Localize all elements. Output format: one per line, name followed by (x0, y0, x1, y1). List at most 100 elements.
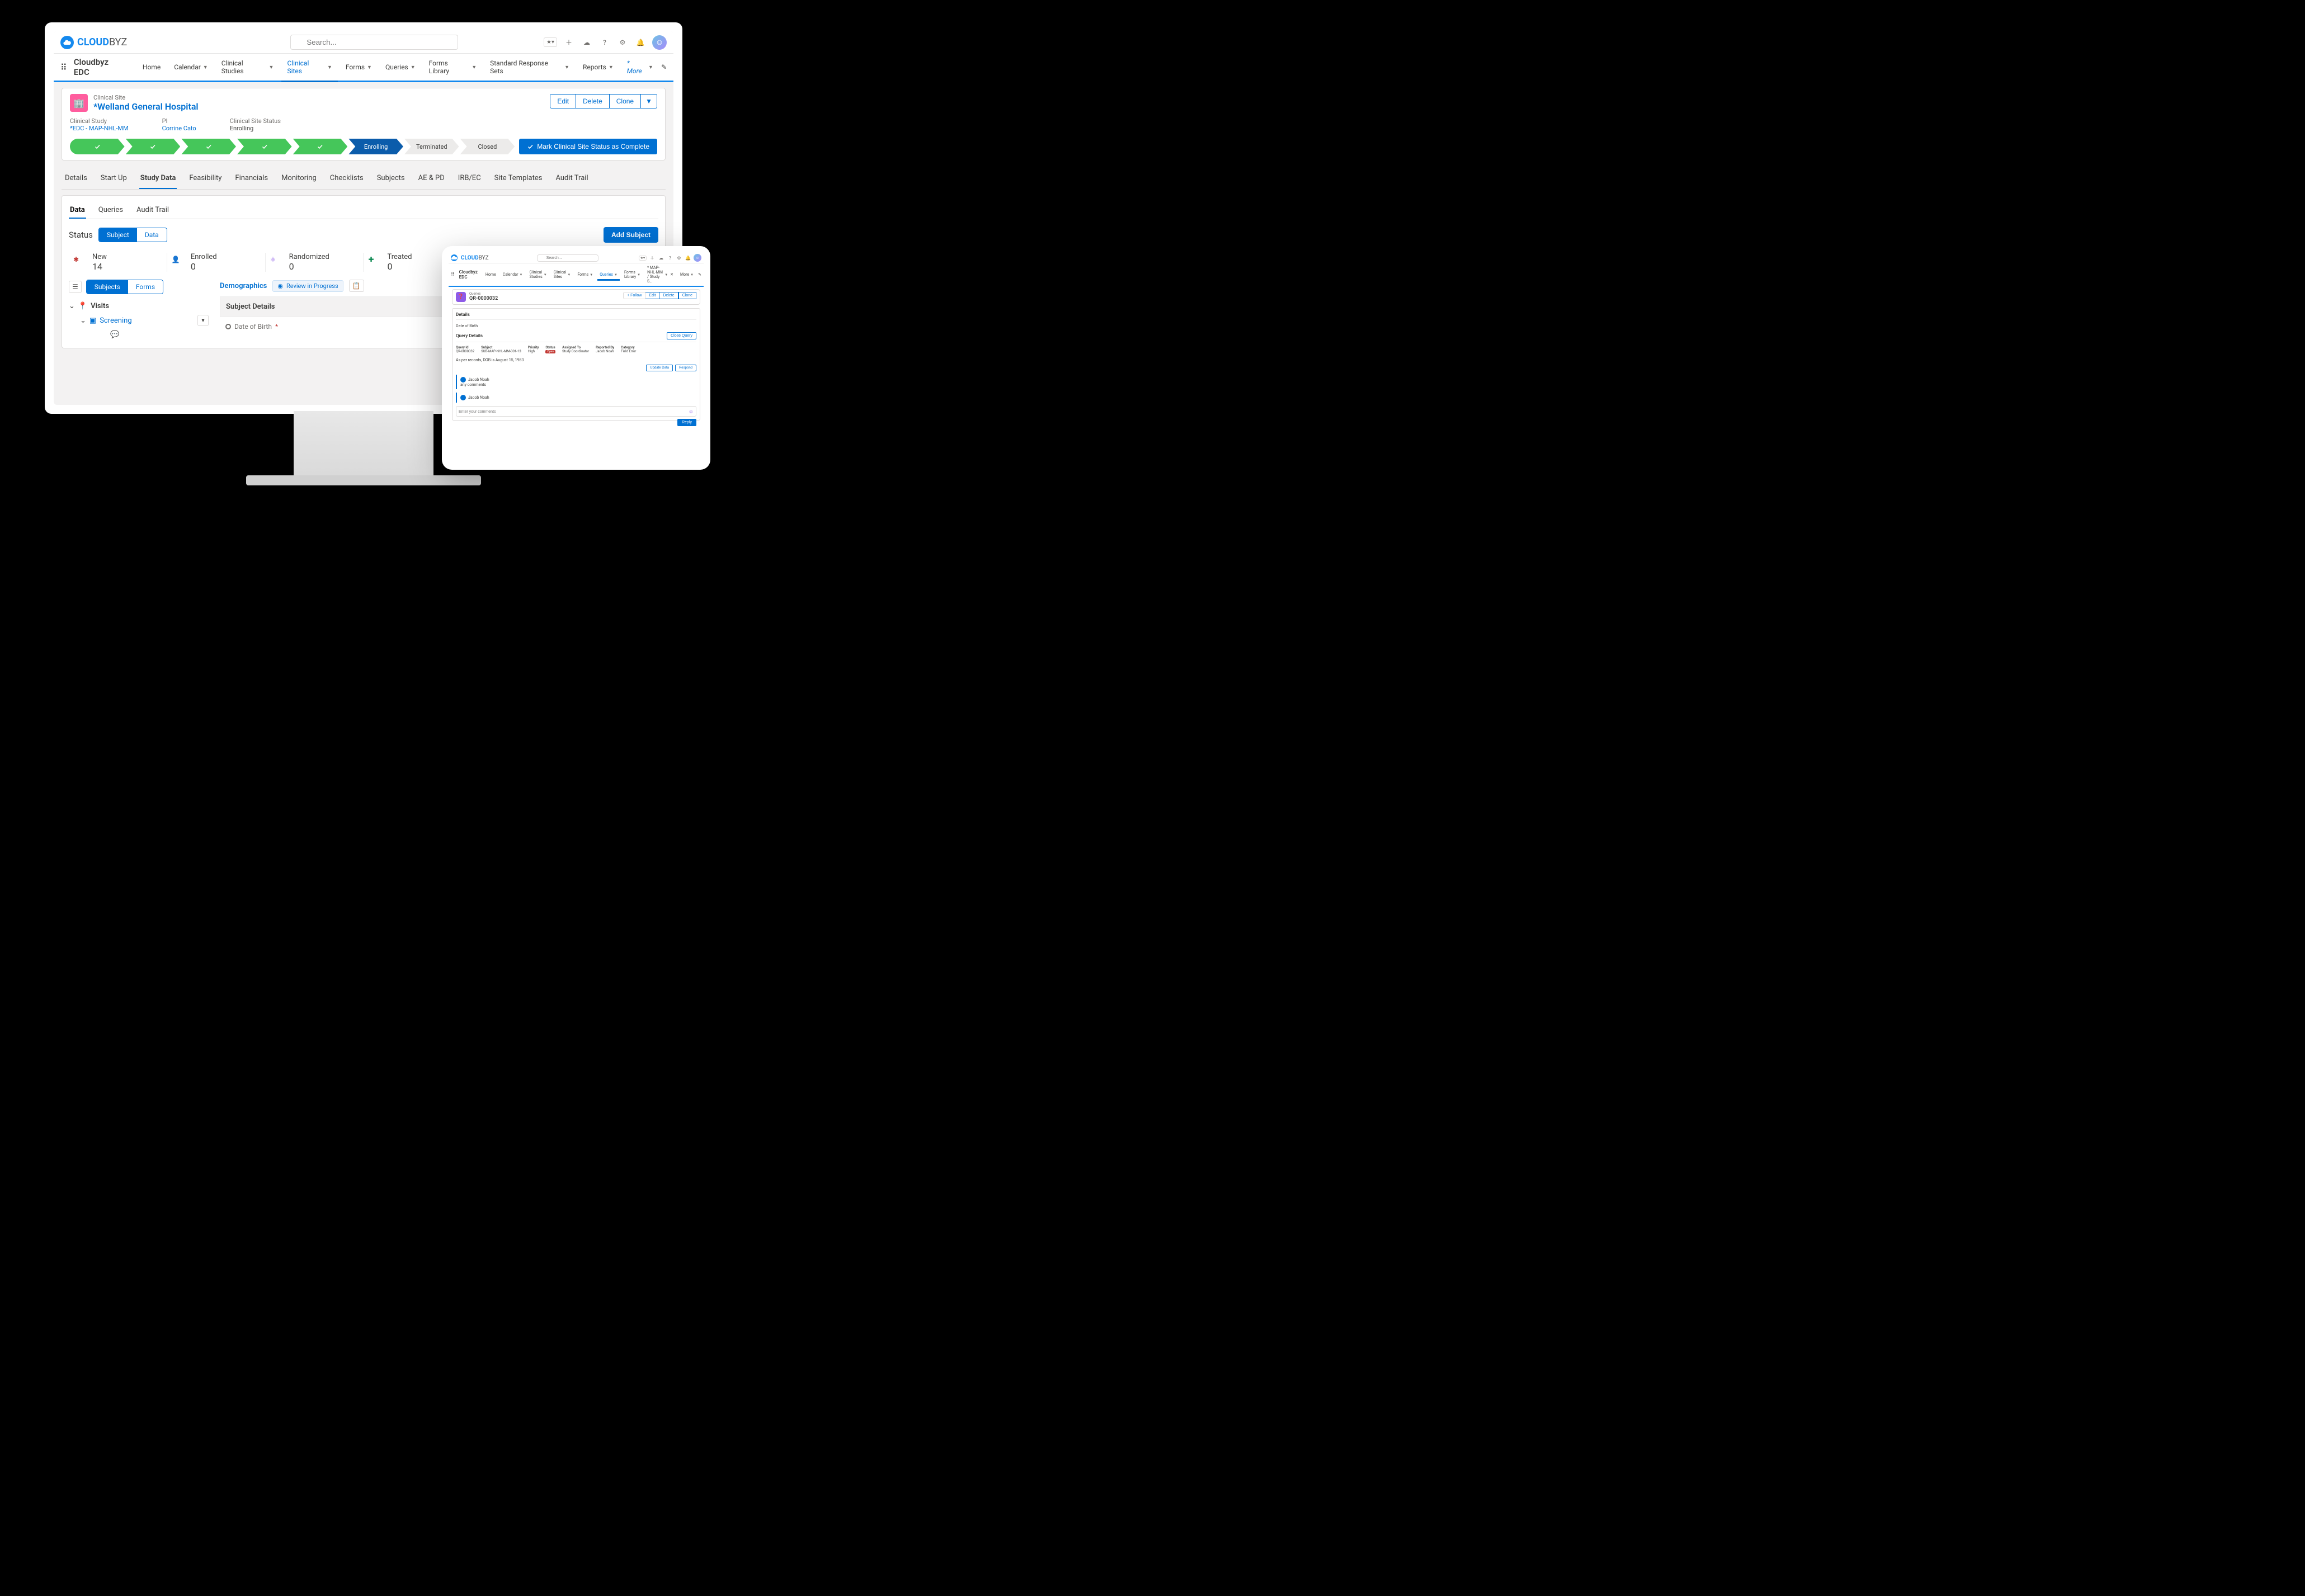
tab-feasibility[interactable]: Feasibility (188, 168, 223, 189)
tab-site-templates[interactable]: Site Templates (493, 168, 544, 189)
path-step-complete[interactable] (70, 139, 125, 154)
edit-button[interactable]: Edit (550, 94, 576, 108)
comment-icon[interactable]: 💬 (110, 330, 119, 339)
global-search[interactable] (537, 254, 598, 262)
nav-clinical-studies[interactable]: Clinical Studies▼ (527, 268, 549, 283)
edit-button[interactable]: Edit (645, 292, 659, 299)
global-search[interactable] (290, 35, 458, 50)
nav-forms[interactable]: Forms▼ (575, 270, 595, 281)
reply-button[interactable]: Reply (677, 419, 696, 426)
toggle-subjects[interactable]: Subjects (87, 280, 128, 294)
close-query-button[interactable]: Close Query (667, 332, 696, 339)
brand-logo: CLOUDBYZ (451, 254, 489, 261)
nav-queries[interactable]: Queries▼ (597, 270, 620, 281)
path-step-closed[interactable]: Closed (460, 139, 515, 154)
delete-button[interactable]: Delete (576, 94, 609, 108)
add-subject-button[interactable]: Add Subject (604, 227, 658, 243)
settings-icon[interactable]: ⚙ (676, 254, 682, 261)
edit-nav-icon[interactable]: ✎ (661, 63, 667, 71)
clinical-study-link[interactable]: *EDC - MAP-NHL-MM (70, 125, 129, 132)
tab-details[interactable]: Details (64, 168, 88, 189)
view-toggle[interactable]: Subjects Forms (86, 280, 163, 294)
update-data-button[interactable]: Update Data (646, 365, 673, 371)
nav-clinical-sites[interactable]: Clinical Sites▼ (281, 54, 337, 82)
edit-nav-icon[interactable]: ✎ (698, 272, 701, 277)
nav-clinical-studies[interactable]: Clinical Studies▼ (216, 54, 280, 82)
nav-forms-library[interactable]: Forms Library▼ (423, 54, 482, 82)
path-step-terminated[interactable]: Terminated (404, 139, 459, 154)
respond-button[interactable]: Respond (675, 365, 696, 371)
notifications-icon[interactable]: 🔔 (634, 36, 647, 49)
record-name[interactable]: *Welland General Hospital (93, 101, 199, 112)
app-launcher-icon[interactable]: ⠿ (451, 272, 455, 277)
expand-button[interactable]: ▾ (197, 315, 209, 326)
notifications-icon[interactable]: 🔔 (685, 254, 691, 261)
nav-reports[interactable]: Reports▼ (577, 58, 619, 78)
list-view-icon[interactable]: ☰ (69, 281, 82, 293)
chevron-down-icon[interactable]: ⌄ (80, 317, 86, 325)
tab-subjects[interactable]: Subjects (376, 168, 406, 189)
tab-irb-ec[interactable]: IRB/EC (457, 168, 482, 189)
subtab-audit[interactable]: Audit Trail (135, 202, 170, 219)
app-launcher-icon[interactable]: ⠿ (60, 62, 67, 73)
user-avatar[interactable]: ☺ (694, 254, 701, 262)
nav-more[interactable]: * More▼ (621, 54, 659, 82)
toggle-subject[interactable]: Subject (99, 228, 137, 242)
settings-icon[interactable]: ⚙ (616, 36, 629, 49)
follow-button[interactable]: + Follow (623, 292, 645, 299)
clone-button[interactable]: Clone (678, 292, 696, 299)
toggle-forms[interactable]: Forms (128, 280, 163, 294)
chevron-down-icon: ▼ (269, 64, 274, 70)
user-avatar[interactable]: ☺ (652, 35, 667, 50)
pi-link[interactable]: Corrine Cato (162, 125, 196, 132)
add-icon[interactable]: ＋ (649, 254, 656, 261)
help-icon[interactable]: ? (598, 36, 611, 49)
help-icon[interactable]: ? (667, 254, 673, 261)
emoji-icon[interactable]: ☺ (689, 409, 694, 415)
review-status[interactable]: ◉Review in Progress (272, 280, 343, 292)
tab-startup[interactable]: Start Up (100, 168, 128, 189)
more-actions-button[interactable]: ▼ (641, 94, 657, 108)
tab-audit-trail[interactable]: Audit Trail (554, 168, 589, 189)
path-step-complete[interactable] (126, 139, 181, 154)
form-title[interactable]: Demographics (220, 282, 267, 290)
status-label: Status (69, 230, 93, 240)
tab-monitoring[interactable]: Monitoring (280, 168, 318, 189)
status-toggle[interactable]: Subject Data (98, 228, 167, 242)
add-icon[interactable]: ＋ (563, 36, 575, 49)
tab-checklists[interactable]: Checklists (329, 168, 365, 189)
nav-srs[interactable]: Standard Response Sets▼ (484, 54, 575, 82)
nav-home[interactable]: Home (483, 270, 498, 281)
path-step-complete[interactable] (293, 139, 348, 154)
nav-more[interactable]: More▼ (678, 270, 696, 281)
path-step-complete[interactable] (181, 139, 236, 154)
nav-calendar[interactable]: Calendar▼ (168, 58, 214, 78)
nav-clinical-sites[interactable]: Clinical Sites▼ (551, 268, 573, 283)
tab-ae-pd[interactable]: AE & PD (417, 168, 446, 189)
nav-home[interactable]: Home (137, 58, 166, 78)
toggle-data[interactable]: Data (137, 228, 167, 242)
tab-financials[interactable]: Financials (234, 168, 269, 189)
subtab-data[interactable]: Data (69, 202, 86, 219)
nav-forms[interactable]: Forms▼ (340, 58, 378, 78)
chevron-down-icon[interactable]: ⌄ (69, 302, 75, 310)
visits-node[interactable]: Visits (91, 302, 109, 310)
comment-input[interactable] (459, 410, 694, 414)
nav-breadcrumb[interactable]: * MAP-NHL-MM / Study S…▼✕ (645, 263, 676, 287)
clipboard-icon[interactable]: 📋 (349, 280, 364, 292)
clone-button[interactable]: Clone (609, 94, 641, 108)
path-step-complete[interactable] (237, 139, 292, 154)
nav-calendar[interactable]: Calendar▼ (501, 270, 525, 281)
favorites-button[interactable]: ★▾ (544, 37, 557, 47)
path-step-enrolling[interactable]: Enrolling (348, 139, 403, 154)
delete-button[interactable]: Delete (659, 292, 678, 299)
salesforce-icon[interactable]: ☁ (581, 36, 593, 49)
subtab-queries[interactable]: Queries (97, 202, 124, 219)
favorites-button[interactable]: ★▾ (639, 256, 647, 261)
screening-node[interactable]: Screening (100, 317, 131, 325)
tab-study-data[interactable]: Study Data (139, 168, 177, 189)
salesforce-icon[interactable]: ☁ (658, 254, 664, 261)
mark-complete-button[interactable]: Mark Clinical Site Status as Complete (519, 139, 657, 154)
nav-queries[interactable]: Queries▼ (380, 58, 421, 78)
nav-forms-library[interactable]: Forms Library▼ (622, 268, 643, 283)
